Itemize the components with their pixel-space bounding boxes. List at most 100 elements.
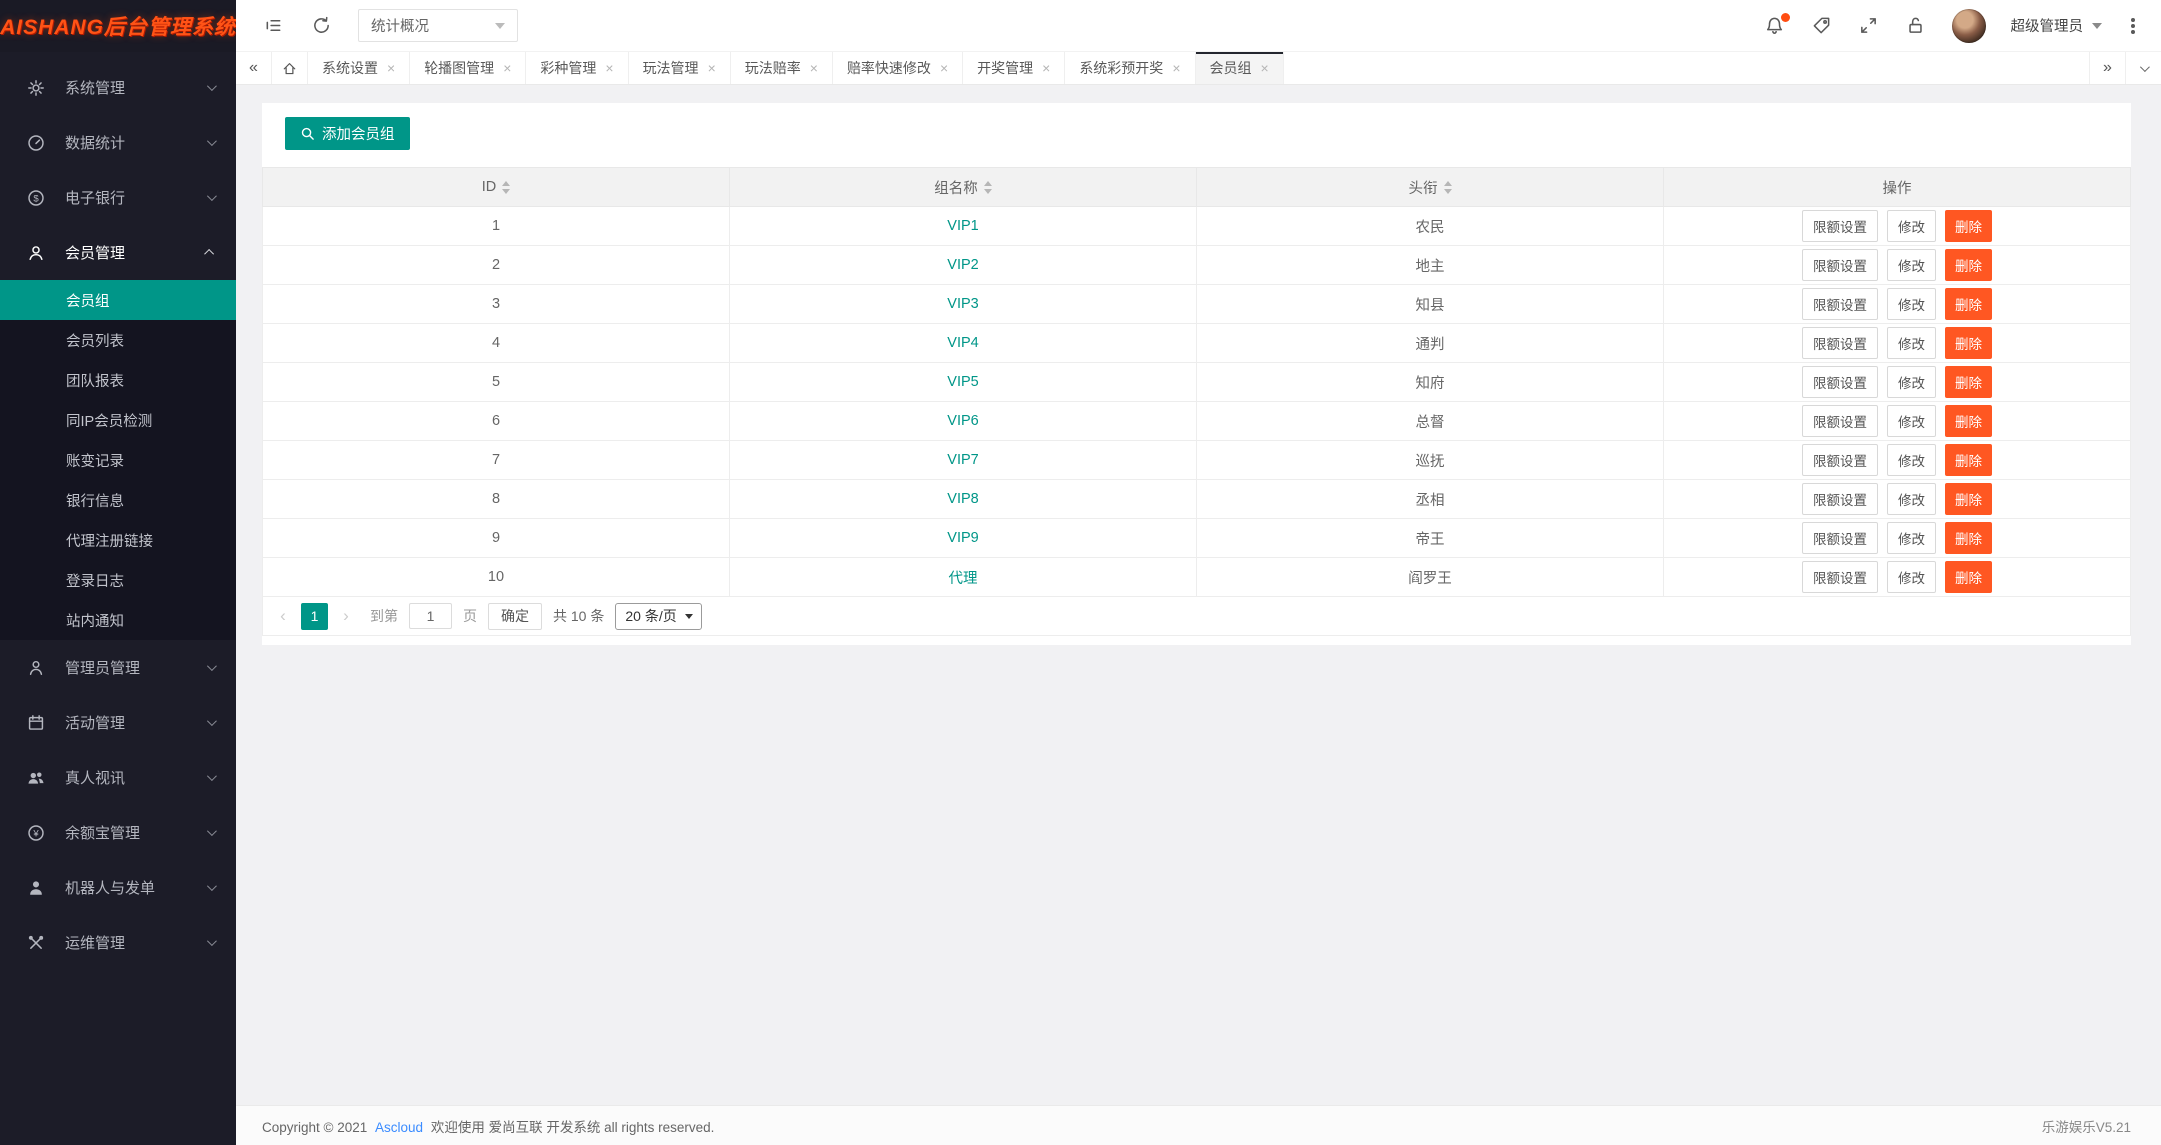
admin-menu[interactable]: 超级管理员 bbox=[2011, 15, 2103, 36]
tag-icon[interactable] bbox=[1811, 15, 1833, 37]
sidebar-item-6[interactable]: 活动管理 bbox=[0, 695, 236, 750]
next-page-icon[interactable]: › bbox=[339, 606, 353, 626]
group-link[interactable]: VIP6 bbox=[947, 413, 978, 429]
tab-2[interactable]: 轮播图管理× bbox=[410, 52, 526, 84]
limit-settings-button[interactable]: 限额设置 bbox=[1802, 288, 1878, 320]
fullscreen-icon[interactable] bbox=[1858, 15, 1880, 37]
close-icon[interactable]: × bbox=[708, 61, 716, 75]
sidebar-item-4[interactable]: 会员管理 bbox=[0, 225, 236, 280]
group-link[interactable]: VIP5 bbox=[947, 374, 978, 390]
sidebar-subitem-5[interactable]: 账变记录 bbox=[0, 440, 236, 480]
close-icon[interactable]: × bbox=[940, 61, 948, 75]
sidebar-item-3[interactable]: $电子银行 bbox=[0, 170, 236, 225]
limit-settings-button[interactable]: 限额设置 bbox=[1802, 327, 1878, 359]
avatar[interactable] bbox=[1952, 9, 1986, 43]
sidebar-subitem-9[interactable]: 站内通知 bbox=[0, 600, 236, 640]
limit-settings-button[interactable]: 限额设置 bbox=[1802, 210, 1878, 242]
tabs-collapse-right-icon[interactable]: » bbox=[2089, 52, 2125, 84]
edit-button[interactable]: 修改 bbox=[1887, 522, 1936, 554]
limit-settings-button[interactable]: 限额设置 bbox=[1802, 483, 1878, 515]
limit-settings-button[interactable]: 限额设置 bbox=[1802, 366, 1878, 398]
close-icon[interactable]: × bbox=[503, 61, 511, 75]
prev-page-icon[interactable]: ‹ bbox=[276, 606, 290, 626]
limit-settings-button[interactable]: 限额设置 bbox=[1802, 249, 1878, 281]
sidebar-subitem-2[interactable]: 会员列表 bbox=[0, 320, 236, 360]
edit-button[interactable]: 修改 bbox=[1887, 210, 1936, 242]
sidebar-item-10[interactable]: 运维管理 bbox=[0, 915, 236, 970]
menu-fold-icon[interactable] bbox=[262, 15, 284, 37]
edit-button[interactable]: 修改 bbox=[1887, 405, 1936, 437]
bell-icon[interactable] bbox=[1764, 15, 1786, 37]
sort-icon[interactable] bbox=[984, 181, 992, 194]
tab-1[interactable]: 系统设置× bbox=[308, 52, 410, 84]
group-link[interactable]: VIP4 bbox=[947, 335, 978, 351]
delete-button[interactable]: 删除 bbox=[1945, 249, 1992, 281]
sidebar-subitem-4[interactable]: 同IP会员检测 bbox=[0, 400, 236, 440]
limit-settings-button[interactable]: 限额设置 bbox=[1802, 522, 1878, 554]
group-link[interactable]: VIP2 bbox=[947, 257, 978, 273]
edit-button[interactable]: 修改 bbox=[1887, 483, 1936, 515]
sidebar-item-5[interactable]: 管理员管理 bbox=[0, 640, 236, 695]
edit-button[interactable]: 修改 bbox=[1887, 444, 1936, 476]
sidebar-item-9[interactable]: 机器人与发单 bbox=[0, 860, 236, 915]
tab-4[interactable]: 玩法管理× bbox=[629, 52, 731, 84]
edit-button[interactable]: 修改 bbox=[1887, 288, 1936, 320]
goto-page-input[interactable] bbox=[409, 603, 452, 629]
edit-button[interactable]: 修改 bbox=[1887, 249, 1936, 281]
sidebar-subitem-3[interactable]: 团队报表 bbox=[0, 360, 236, 400]
delete-button[interactable]: 删除 bbox=[1945, 405, 1992, 437]
column-header[interactable]: ID bbox=[263, 168, 730, 207]
sidebar-subitem-8[interactable]: 登录日志 bbox=[0, 560, 236, 600]
close-icon[interactable]: × bbox=[810, 61, 818, 75]
group-link[interactable]: VIP8 bbox=[947, 491, 978, 507]
sidebar-item-7[interactable]: 真人视讯 bbox=[0, 750, 236, 805]
home-icon[interactable] bbox=[272, 52, 308, 84]
sidebar-item-2[interactable]: 数据统计 bbox=[0, 115, 236, 170]
delete-button[interactable]: 删除 bbox=[1945, 210, 1992, 242]
sidebar-subitem-6[interactable]: 银行信息 bbox=[0, 480, 236, 520]
tab-6[interactable]: 赔率快速修改× bbox=[833, 52, 963, 84]
sidebar-subitem-7[interactable]: 代理注册链接 bbox=[0, 520, 236, 560]
tab-9[interactable]: 会员组× bbox=[1196, 52, 1284, 84]
close-icon[interactable]: × bbox=[387, 61, 395, 75]
confirm-button[interactable]: 确定 bbox=[488, 603, 542, 630]
column-header[interactable]: 组名称 bbox=[730, 168, 1197, 207]
refresh-icon[interactable] bbox=[310, 15, 332, 37]
group-link[interactable]: VIP3 bbox=[947, 296, 978, 312]
column-header[interactable]: 头衔 bbox=[1197, 168, 1664, 207]
delete-button[interactable]: 删除 bbox=[1945, 522, 1992, 554]
limit-settings-button[interactable]: 限额设置 bbox=[1802, 444, 1878, 476]
sort-icon[interactable] bbox=[1444, 181, 1452, 194]
delete-button[interactable]: 删除 bbox=[1945, 561, 1992, 593]
per-page-select[interactable]: 20 条/页 bbox=[615, 603, 701, 630]
close-icon[interactable]: × bbox=[1261, 61, 1269, 75]
tabs-collapse-left-icon[interactable]: « bbox=[236, 52, 272, 84]
page-number-button[interactable]: 1 bbox=[301, 603, 328, 630]
delete-button[interactable]: 删除 bbox=[1945, 444, 1992, 476]
add-member-group-button[interactable]: 添加会员组 bbox=[285, 117, 410, 150]
tab-8[interactable]: 系统彩预开奖× bbox=[1065, 52, 1195, 84]
tab-7[interactable]: 开奖管理× bbox=[963, 52, 1065, 84]
limit-settings-button[interactable]: 限额设置 bbox=[1802, 405, 1878, 437]
group-link[interactable]: VIP7 bbox=[947, 452, 978, 468]
close-icon[interactable]: × bbox=[1172, 61, 1180, 75]
delete-button[interactable]: 删除 bbox=[1945, 288, 1992, 320]
unlock-icon[interactable] bbox=[1905, 15, 1927, 37]
group-link[interactable]: VIP1 bbox=[947, 218, 978, 234]
edit-button[interactable]: 修改 bbox=[1887, 561, 1936, 593]
sort-icon[interactable] bbox=[502, 181, 510, 194]
delete-button[interactable]: 删除 bbox=[1945, 327, 1992, 359]
tabs-dropdown-icon[interactable] bbox=[2125, 52, 2161, 84]
ascloud-link[interactable]: Ascloud bbox=[375, 1120, 423, 1135]
edit-button[interactable]: 修改 bbox=[1887, 366, 1936, 398]
close-icon[interactable]: × bbox=[605, 61, 613, 75]
close-icon[interactable]: × bbox=[1042, 61, 1050, 75]
limit-settings-button[interactable]: 限额设置 bbox=[1802, 561, 1878, 593]
quick-nav-select[interactable]: 统计概况 bbox=[358, 9, 518, 42]
delete-button[interactable]: 删除 bbox=[1945, 483, 1992, 515]
more-options-icon[interactable] bbox=[2131, 24, 2135, 28]
group-link[interactable]: 代理 bbox=[949, 571, 978, 587]
delete-button[interactable]: 删除 bbox=[1945, 366, 1992, 398]
group-link[interactable]: VIP9 bbox=[947, 530, 978, 546]
sidebar-item-8[interactable]: ¥余额宝管理 bbox=[0, 805, 236, 860]
